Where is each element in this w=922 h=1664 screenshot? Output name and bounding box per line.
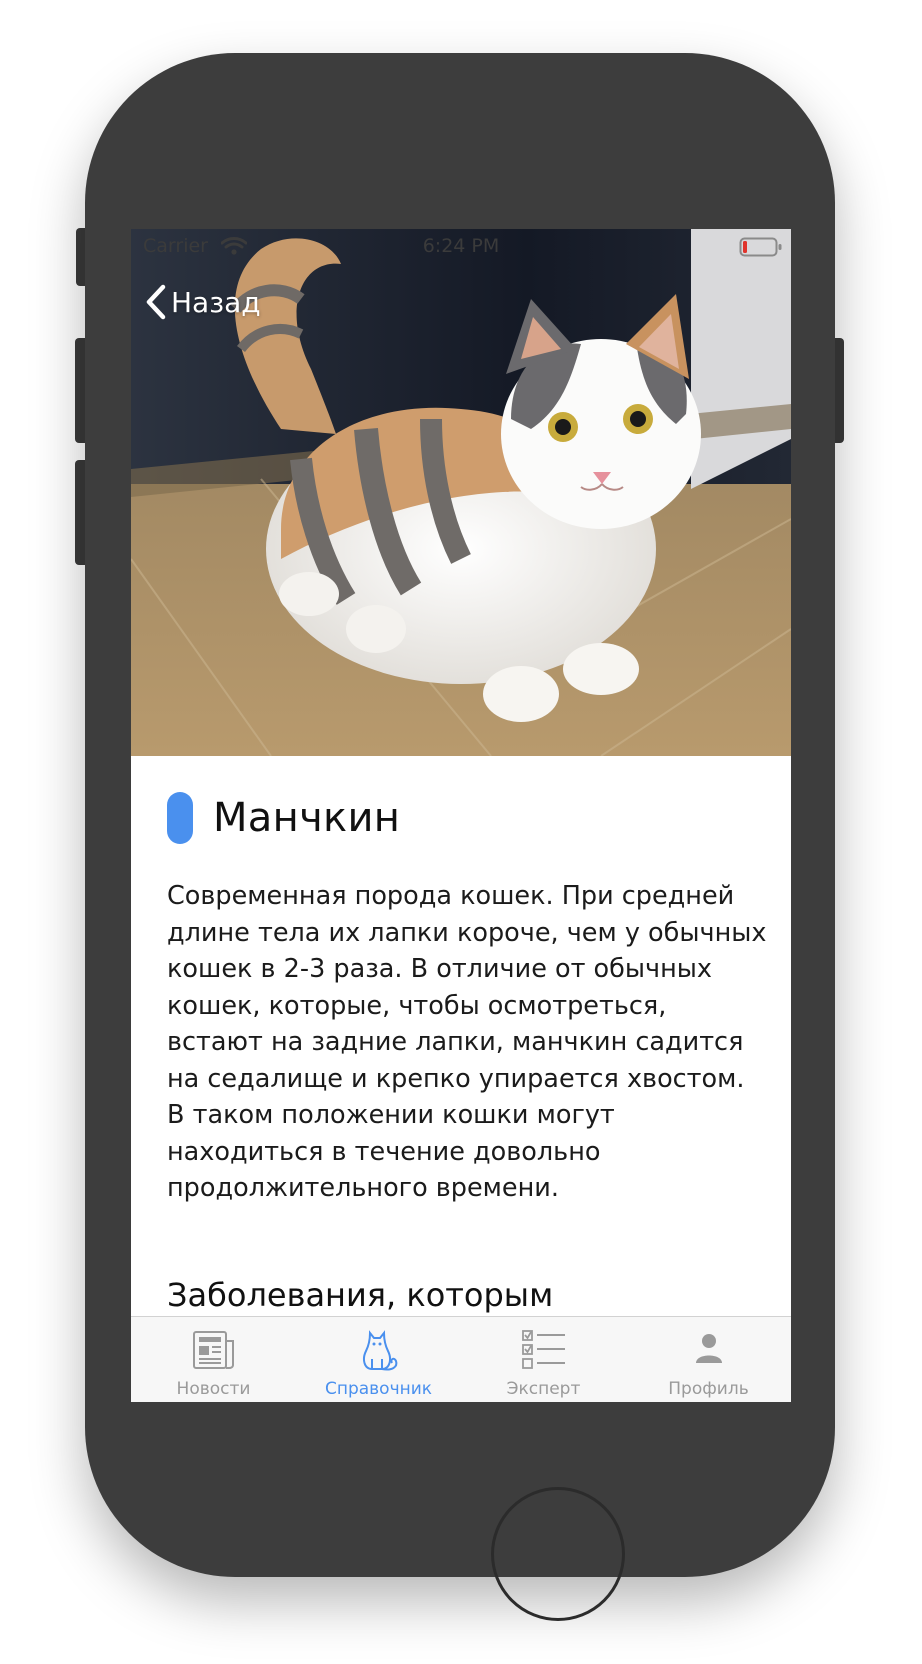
title-row: Манчкин	[167, 792, 400, 844]
back-label: Назад	[171, 285, 261, 319]
status-bar: Carrier 6:24 PM	[131, 229, 791, 267]
tab-news-label: Новости	[176, 1379, 251, 1399]
app-screen: Carrier 6:24 PM Назад Манчкин Современна…	[131, 229, 791, 1402]
newspaper-icon	[192, 1331, 234, 1369]
person-icon	[695, 1334, 722, 1363]
breed-title: Манчкин	[213, 795, 401, 841]
tab-expert-label: Эксперт	[506, 1379, 581, 1399]
tab-reference[interactable]: Справочник	[296, 1317, 461, 1402]
breed-content[interactable]: Манчкин Современная порода кошек. При ср…	[131, 756, 791, 1320]
title-accent-bar	[167, 792, 193, 844]
breed-description: Современная порода кошек. При средней дл…	[167, 881, 767, 1203]
tab-profile[interactable]: Профиль	[626, 1317, 791, 1402]
tab-profile-label: Профиль	[668, 1379, 749, 1399]
checklist-icon	[521, 1330, 565, 1369]
status-time: 6:24 PM	[422, 235, 500, 257]
back-button[interactable]: Назад	[145, 282, 261, 322]
tab-bar: Новости Справочник Эксперт Профиль	[131, 1316, 791, 1402]
cat-icon	[362, 1330, 397, 1371]
home-button[interactable]	[491, 1487, 625, 1621]
tab-expert[interactable]: Эксперт	[461, 1317, 626, 1402]
tab-news[interactable]: Новости	[131, 1317, 296, 1402]
chevron-left-icon	[146, 284, 166, 320]
battery-icon	[739, 237, 782, 257]
tab-reference-label: Справочник	[324, 1379, 433, 1399]
diseases-heading: Заболевания, которым	[167, 1276, 554, 1314]
